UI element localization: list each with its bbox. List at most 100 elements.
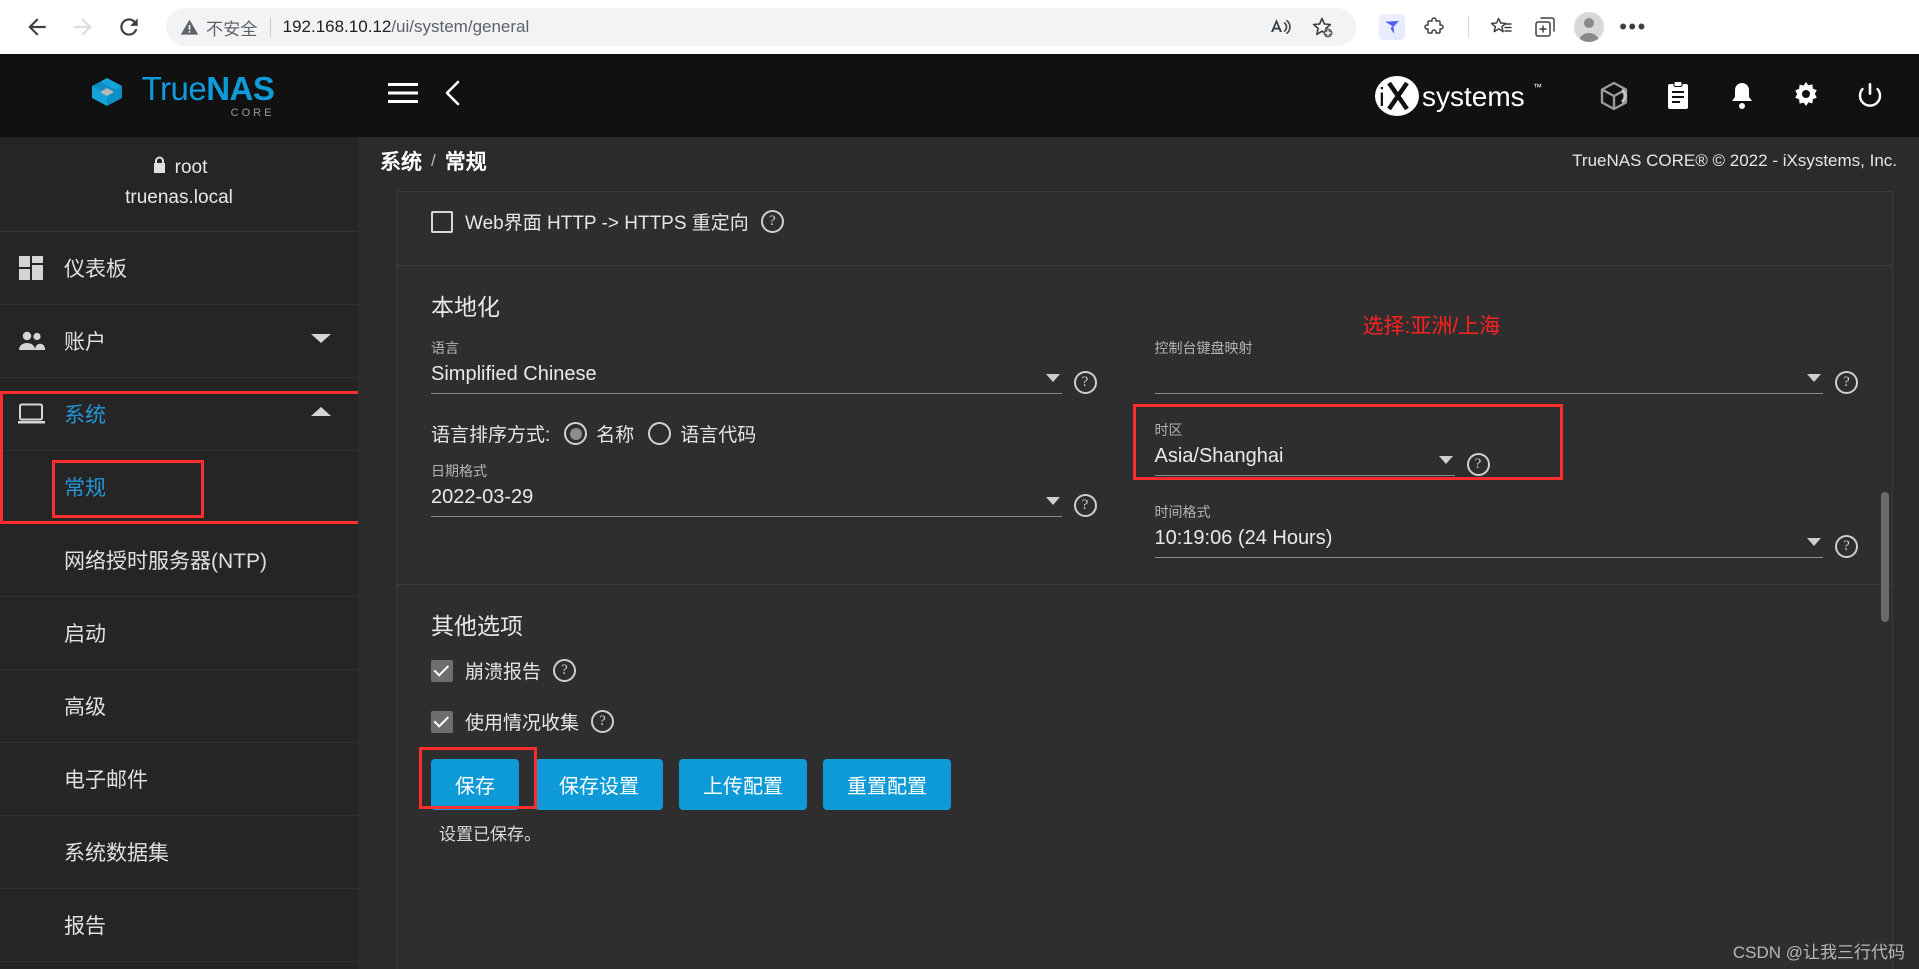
alerts-bell-icon[interactable]: [1717, 71, 1767, 121]
sidebar-item-reporting[interactable]: 报告: [0, 889, 358, 962]
localization-title: 本地化: [431, 294, 500, 320]
chevron-down-icon[interactable]: [310, 332, 332, 351]
help-circle-icon[interactable]: ?: [591, 710, 615, 733]
content-scrollbar[interactable]: [1880, 192, 1890, 969]
reload-button[interactable]: [106, 4, 152, 50]
lock-icon: [151, 155, 168, 181]
split-screen-icon[interactable]: [1525, 7, 1565, 47]
help-circle-icon[interactable]: ?: [760, 210, 784, 233]
sort-language-by-label: 语言排序方式:: [431, 425, 551, 446]
chevron-down-icon[interactable]: [1045, 374, 1060, 382]
url-path: /ui/system/general: [391, 17, 530, 36]
sidebar-hostname: truenas.local: [125, 187, 233, 208]
save-button[interactable]: 保存: [431, 759, 519, 810]
crash-reporting-checkbox[interactable]: [431, 659, 453, 682]
localization-grid: 语言 Simplified Chinese ? 语言排序方式: 名称 语言代码 …: [431, 315, 1858, 584]
http-redirect-label: Web界面 HTTP -> HTTPS 重定向: [465, 213, 749, 234]
http-redirect-checkbox[interactable]: [431, 210, 453, 233]
truenas-cube-icon: [84, 76, 130, 116]
help-circle-icon[interactable]: ?: [1073, 371, 1097, 394]
collapse-sidebar-button[interactable]: [428, 71, 478, 121]
url-text: 192.168.10.12/ui/system/general: [283, 17, 530, 37]
left-column: TrueNAS CORE root truenas.local 仪表板 账户 系…: [0, 54, 358, 969]
watermark-text: CSDN @让我三行代码: [1732, 943, 1905, 962]
chevron-up-icon[interactable]: [310, 405, 332, 424]
date-format-select[interactable]: 2022-03-29: [431, 486, 1062, 517]
sidebar-item-accounts[interactable]: 账户: [0, 305, 358, 378]
favorites-list-icon[interactable]: [1481, 7, 1521, 47]
address-bar[interactable]: 不安全 192.168.10.12/ui/system/general: [166, 8, 1356, 46]
timezone-label: 时区: [1154, 422, 1183, 438]
sidebar-item-general[interactable]: 常规: [0, 451, 358, 524]
add-favorite-icon[interactable]: [1302, 7, 1342, 47]
radio-name-button[interactable]: [564, 422, 588, 445]
timezone-select[interactable]: Asia/Shanghai: [1154, 445, 1455, 476]
accounts-people-icon: [18, 330, 64, 352]
help-circle-icon[interactable]: ?: [553, 659, 577, 682]
crash-reporting-row: 崩溃报告 ?: [431, 657, 1858, 684]
breadcrumb-separator: /: [431, 151, 436, 170]
sidebar-item-advanced[interactable]: 高级: [0, 670, 358, 743]
upload-config-button[interactable]: 上传配置: [679, 759, 807, 810]
hamburger-menu-button[interactable]: [378, 71, 428, 121]
back-arrow-icon: [24, 14, 50, 40]
time-format-field: 时间格式 10:19:06 (24 Hours) ?: [1154, 502, 1858, 558]
right-column: i systems ™ 系统 / 常规 TrueNAS CORE® © 2022…: [358, 54, 1919, 969]
crash-reporting-label: 崩溃报告: [465, 662, 542, 683]
read-aloud-icon[interactable]: [1260, 7, 1300, 47]
sidebar-item-email[interactable]: 电子邮件: [0, 743, 358, 816]
power-icon[interactable]: [1845, 71, 1895, 121]
truecommand-cube-icon[interactable]: [1589, 71, 1639, 121]
sidebar-subitem-label: 电子邮件: [64, 769, 148, 792]
sidebar-item-dashboard[interactable]: 仪表板: [0, 232, 358, 305]
radio-option-code[interactable]: 语言代码: [648, 420, 756, 447]
back-button[interactable]: [14, 4, 60, 50]
profile-avatar-icon[interactable]: [1569, 7, 1609, 47]
sidebar-nav: root truenas.local 仪表板 账户 系统 常规 网络授时服务器(…: [0, 137, 358, 969]
date-format-label: 日期格式: [431, 463, 487, 479]
svg-text:systems: systems: [1422, 81, 1525, 112]
truenas-logo[interactable]: TrueNAS CORE: [0, 54, 358, 137]
help-circle-icon[interactable]: ?: [1835, 371, 1858, 394]
more-settings-icon[interactable]: •••: [1613, 7, 1653, 47]
breadcrumb-parent[interactable]: 系统: [380, 146, 422, 176]
console-keymap-select[interactable]: [1154, 363, 1823, 394]
help-circle-icon[interactable]: ?: [1073, 494, 1097, 517]
reset-config-button[interactable]: 重置配置: [823, 759, 951, 810]
language-value: Simplified Chinese: [431, 363, 597, 385]
sidebar-item-system-dataset[interactable]: 系统数据集: [0, 816, 358, 889]
time-format-label: 时间格式: [1154, 504, 1211, 520]
forward-button[interactable]: [60, 4, 106, 50]
language-select[interactable]: Simplified Chinese: [431, 363, 1062, 394]
chevron-down-icon[interactable]: [1438, 456, 1453, 464]
help-circle-icon[interactable]: ?: [1835, 535, 1858, 558]
time-format-select[interactable]: 10:19:06 (24 Hours): [1154, 527, 1823, 558]
sidebar-item-label: 系统: [64, 404, 106, 427]
scrollbar-thumb[interactable]: [1881, 492, 1889, 622]
sidebar-item-boot[interactable]: 启动: [0, 597, 358, 670]
settings-gear-icon[interactable]: [1781, 71, 1831, 121]
time-format-value: 10:19:06 (24 Hours): [1154, 527, 1333, 549]
chevron-down-icon[interactable]: [1807, 538, 1821, 546]
browser-extension-bar: •••: [1372, 7, 1653, 47]
help-circle-icon[interactable]: ?: [1466, 453, 1490, 476]
svg-text:™: ™: [1533, 82, 1542, 92]
save-config-button[interactable]: 保存设置: [535, 759, 663, 810]
radio-option-name[interactable]: 名称: [564, 420, 634, 447]
extension-app-icon[interactable]: [1372, 7, 1412, 47]
chevron-down-icon[interactable]: [1807, 374, 1821, 382]
topbar-actions: [1589, 71, 1895, 121]
language-field: 语言 Simplified Chinese ?: [431, 338, 1097, 394]
radio-code-button[interactable]: [648, 422, 672, 445]
sidebar-item-system[interactable]: 系统: [0, 378, 358, 451]
sidebar-item-ntp[interactable]: 网络授时服务器(NTP): [0, 524, 358, 597]
extensions-puzzle-icon[interactable]: [1416, 7, 1456, 47]
sidebar-username: root: [174, 157, 208, 178]
usage-collection-checkbox[interactable]: [431, 710, 453, 733]
chevron-down-icon[interactable]: [1045, 497, 1060, 505]
breadcrumb-current[interactable]: 常规: [445, 146, 487, 176]
hamburger-menu-icon: [388, 82, 418, 109]
logo-wordmark: TrueNAS: [141, 70, 275, 107]
console-keymap-label: 控制台键盘映射: [1154, 340, 1253, 356]
tasks-clipboard-icon[interactable]: [1653, 71, 1703, 121]
